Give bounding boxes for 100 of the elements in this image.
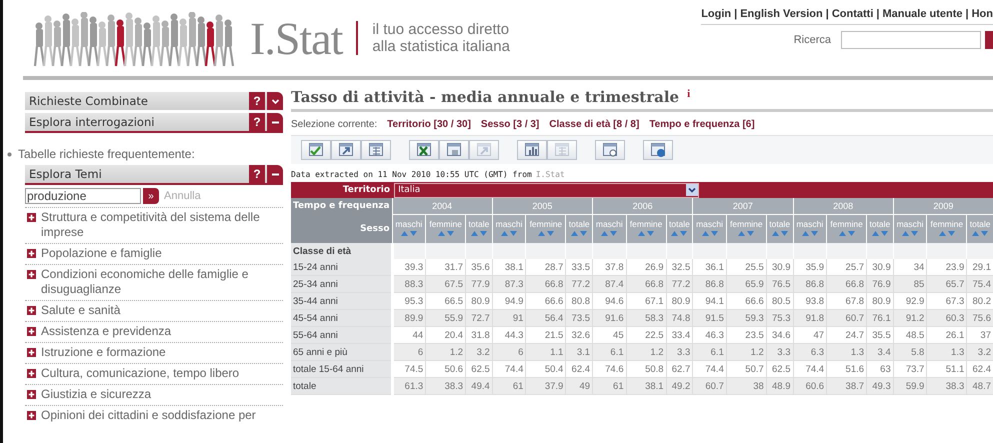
sort-arrows-icon[interactable] — [700, 228, 719, 236]
table-cell: 80.9 — [466, 292, 492, 310]
table-cell: 60.7 — [826, 310, 867, 326]
column-header: maschi — [494, 218, 524, 228]
sort-arrows-icon[interactable] — [971, 228, 990, 236]
sort-arrows-icon[interactable] — [901, 228, 920, 236]
go-button[interactable]: » — [143, 188, 159, 204]
header-link[interactable]: Hon — [972, 8, 993, 20]
sort-arrows-icon[interactable] — [838, 228, 856, 236]
row-label: 45-54 anni — [291, 310, 392, 326]
sort-arrows-icon[interactable] — [470, 228, 488, 236]
table-cell: 3.1 — [566, 344, 593, 360]
table-cell: 91 — [492, 310, 526, 326]
header-link[interactable]: Contatti — [832, 8, 874, 20]
help-button[interactable]: ? — [249, 113, 265, 131]
toolbar-button[interactable] — [361, 140, 391, 160]
table-cell: 25.5 — [726, 259, 766, 276]
selection-link[interactable]: Classe di età [8 / 8] — [549, 119, 640, 130]
expand-button[interactable] — [267, 92, 283, 110]
table-cell: 3.2 — [966, 344, 993, 360]
theme-link[interactable]: Condizioni economiche delle famiglie e disuguaglianze — [41, 267, 283, 297]
table-cell: 32.6 — [566, 326, 593, 344]
sort-arrows-icon[interactable] — [737, 228, 756, 236]
theme-link[interactable]: Popolazione e famiglie — [41, 246, 162, 261]
theme-link[interactable]: Assistenza e previdenza — [41, 324, 172, 339]
table-cell: 28.7 — [526, 259, 566, 276]
sort-arrows-icon[interactable] — [570, 228, 588, 236]
header-link[interactable]: English Version — [740, 8, 823, 20]
theme-link[interactable]: Struttura e competitività del sistema delle imprese — [41, 210, 283, 240]
column-header: maschi — [695, 218, 724, 228]
column-header: femmine — [729, 218, 764, 228]
help-button[interactable]: ? — [249, 92, 265, 110]
plus-icon — [27, 270, 36, 279]
table-cell: 74.4 — [492, 360, 526, 378]
sort-arrows-icon[interactable] — [637, 228, 656, 236]
sort-arrows-icon[interactable] — [670, 228, 688, 236]
theme-link[interactable]: Giustizia e sicurezza — [41, 387, 152, 402]
sort-arrows-icon[interactable] — [436, 228, 455, 236]
column-header: totale — [468, 218, 490, 228]
table-cell: 62.5 — [466, 360, 492, 378]
selection-link[interactable]: Territorio [30 / 30] — [387, 119, 471, 130]
theme-link[interactable]: Cultura, comunicazione, tempo libero — [41, 366, 240, 381]
theme-link[interactable]: Salute e sanità — [41, 303, 120, 318]
panel-header[interactable]: Esplora interrogazioni ? — [25, 113, 283, 133]
year-header: 2009 — [893, 198, 993, 214]
table-cell: 75.4 — [966, 276, 993, 292]
collapse-button[interactable] — [267, 113, 283, 131]
search-button[interactable] — [985, 31, 993, 49]
dimension-label: Tempo e frequenza — [291, 198, 392, 214]
table-cell: 49.4 — [466, 378, 492, 394]
table-cell: 66.6 — [726, 292, 766, 310]
info-icon[interactable]: i — [687, 88, 690, 100]
column-header: totale — [968, 218, 992, 228]
table-cell: 29.1 — [966, 259, 993, 276]
sort-arrows-icon[interactable] — [500, 228, 518, 236]
panel-header[interactable]: Richieste Combinate ? — [25, 92, 283, 110]
selection-link[interactable]: Tempo e frequenza [6] — [649, 119, 755, 130]
collapse-button[interactable] — [267, 165, 283, 183]
sort-arrows-icon[interactable] — [536, 228, 555, 236]
territory-label: Territorio — [291, 182, 392, 198]
table-cell: 62.5 — [766, 360, 793, 378]
toolbar-button[interactable] — [643, 140, 673, 160]
sort-arrows-icon[interactable] — [400, 228, 418, 236]
spreadsheet-icon — [416, 142, 432, 158]
selection-link[interactable]: Sesso [3 / 3] — [480, 119, 540, 130]
toolbar-button[interactable] — [409, 140, 439, 160]
sort-arrows-icon[interactable] — [800, 228, 819, 236]
table-cell: 73.7 — [893, 360, 927, 378]
theme-search-field[interactable]: produzione — [25, 188, 141, 204]
table-cell: 1.2 — [626, 344, 666, 360]
sort-arrows-icon[interactable] — [770, 228, 789, 236]
panel-title: Richieste Combinate — [28, 94, 149, 108]
table-cell: 6.1 — [592, 344, 626, 360]
table-cell: 91.5 — [692, 310, 726, 326]
panel-header[interactable]: Esplora Temi ? — [25, 165, 283, 185]
table-cell: 35.6 — [466, 259, 492, 276]
theme-link[interactable]: Opinioni dei cittadini e soddisfazione per — [41, 408, 256, 423]
toolbar-button[interactable] — [301, 140, 331, 160]
table-cell: 61 — [592, 378, 626, 394]
sort-arrows-icon[interactable] — [938, 228, 956, 236]
table-cell: 65.7 — [926, 276, 967, 292]
sort-arrows-icon[interactable] — [600, 228, 618, 236]
help-button[interactable]: ? — [249, 165, 265, 183]
search-field[interactable] — [841, 31, 981, 49]
column-header: totale — [768, 218, 792, 228]
search-label: Ricerca — [794, 34, 831, 46]
sort-arrows-icon[interactable] — [870, 228, 889, 236]
toolbar-button[interactable] — [331, 140, 361, 160]
theme-link[interactable]: Istruzione e formazione — [41, 345, 166, 360]
table-cell: 66.6 — [526, 292, 566, 310]
table-cell: 91.8 — [793, 310, 827, 326]
plus-icon — [27, 249, 36, 258]
toolbar-button[interactable] — [439, 140, 469, 160]
territory-select[interactable]: Italia — [394, 182, 700, 198]
toolbar-button[interactable] — [517, 140, 547, 160]
toolbar-button[interactable] — [595, 140, 625, 160]
header-link[interactable]: Manuale utente — [882, 8, 963, 20]
column-header: femmine — [528, 218, 564, 228]
header-link[interactable]: Login — [701, 8, 732, 20]
table-cell: 6 — [492, 344, 526, 360]
